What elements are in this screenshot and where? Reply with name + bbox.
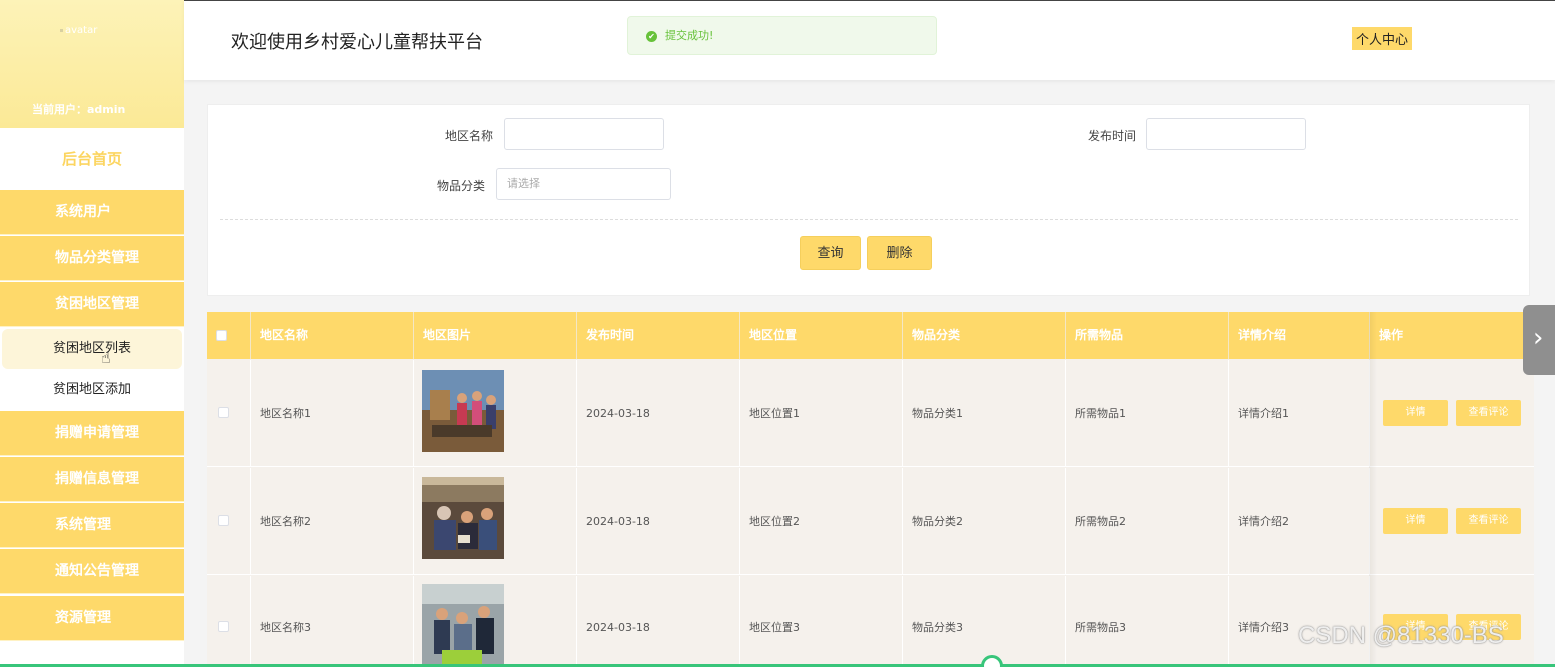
cell-category: 物品分类2	[903, 468, 1066, 575]
region-table: 地区名称 地区图片 发布时间 地区位置 物品分类 所需物品 详情介绍 操作 地区…	[207, 312, 1534, 667]
cell-publish-time: 2024-03-18	[577, 576, 740, 667]
header-actions: 操作	[1379, 328, 1404, 342]
header-region-name[interactable]: 地区名称	[251, 312, 414, 359]
category-select[interactable]: 请选择	[496, 168, 671, 200]
sidebar: avatar 当前用户：admin 后台首页 系统用户 物品分类管理 贫困地区管…	[0, 0, 184, 667]
menu-donation-info[interactable]: 捐赠信息管理	[0, 457, 184, 502]
region-image[interactable]	[422, 477, 504, 559]
success-toast: ✔ 提交成功!	[627, 16, 937, 55]
cell-region-location: 地区位置1	[740, 360, 903, 467]
menu-system-manage[interactable]: 系统管理	[0, 503, 184, 548]
cell-detail: 详情介绍2	[1229, 468, 1370, 575]
cell-needed-items: 所需物品2	[1066, 468, 1229, 575]
current-user: 当前用户：admin	[32, 101, 125, 117]
sidebar-header: avatar 当前用户：admin	[0, 0, 184, 128]
cell-needed-items: 所需物品3	[1066, 576, 1229, 667]
check-circle-icon: ✔	[646, 30, 657, 42]
header-select-cell	[207, 312, 251, 359]
region-name-input[interactable]	[504, 118, 664, 150]
submenu-region-list[interactable]: 贫困地区列表	[2, 329, 182, 369]
row-checkbox[interactable]	[218, 515, 229, 526]
cell-detail: 详情介绍1	[1229, 360, 1370, 467]
toast-text: 提交成功!	[665, 29, 714, 42]
table-header: 地区名称 地区图片 发布时间 地区位置 物品分类 所需物品 详情介绍 操作	[207, 312, 1534, 359]
query-button[interactable]: 查询	[800, 236, 861, 270]
cell-actions: 详情 查看评论	[1370, 468, 1534, 575]
header-region-image[interactable]: 地区图片	[414, 312, 577, 359]
chevron-right-icon[interactable]: ›	[1523, 305, 1555, 375]
view-comments-button[interactable]: 查看评论	[1456, 508, 1521, 534]
cell-region-location: 地区位置2	[740, 468, 903, 575]
cell-category: 物品分类3	[903, 576, 1066, 667]
cell-region-location: 地区位置3	[740, 576, 903, 667]
fixed-column-shadow	[1369, 312, 1377, 667]
cell-category: 物品分类1	[903, 360, 1066, 467]
table-row: 地区名称1 2024-03-18 地区位置1 物品分类1 所需物品1 详情介绍1…	[207, 360, 1534, 467]
submenu-region-add[interactable]: 贫困地区添加	[0, 370, 184, 410]
cell-region-name: 地区名称1	[251, 360, 414, 467]
header-region-location[interactable]: 地区位置	[740, 312, 903, 359]
row-checkbox[interactable]	[218, 621, 229, 632]
header-publish-time[interactable]: 发布时间	[577, 312, 740, 359]
header-category[interactable]: 物品分类	[903, 312, 1066, 359]
cell-actions: 详情 查看评论	[1370, 360, 1534, 467]
view-comments-button[interactable]: 查看评论	[1456, 400, 1521, 426]
cell-region-image	[414, 360, 577, 467]
profile-button[interactable]: 个人中心	[1352, 27, 1413, 50]
row-select-cell	[207, 360, 251, 467]
region-image[interactable]	[422, 370, 504, 452]
region-image[interactable]	[422, 584, 504, 666]
row-checkbox[interactable]	[218, 407, 229, 418]
page-title: 欢迎使用乡村爱心儿童帮扶平台	[231, 32, 483, 53]
header-detail[interactable]: 详情介绍	[1229, 312, 1370, 359]
menu-resource-manage[interactable]: 资源管理	[0, 596, 184, 641]
menu-system-users[interactable]: 系统用户	[0, 190, 184, 235]
menu-region-manage[interactable]: 贫困地区管理	[0, 282, 184, 327]
publish-time-label: 发布时间	[1088, 129, 1137, 143]
cell-publish-time: 2024-03-18	[577, 468, 740, 575]
divider	[220, 219, 1518, 220]
pointer-cursor-icon: ☝	[101, 348, 111, 367]
menu-category-manage[interactable]: 物品分类管理	[0, 236, 184, 281]
delete-button[interactable]: 删除	[867, 236, 932, 270]
header-needed-items[interactable]: 所需物品	[1066, 312, 1229, 359]
current-user-label: 当前用户：	[32, 103, 87, 116]
detail-button[interactable]: 详情	[1383, 508, 1448, 534]
cell-publish-time: 2024-03-18	[577, 360, 740, 467]
search-panel: 地区名称 发布时间 物品分类 请选择 查询 删除	[207, 104, 1530, 296]
table-row: 地区名称2 2024-03-18 地区位置2 物品分类2 所需物品2 详情介绍2…	[207, 468, 1534, 575]
row-select-cell	[207, 468, 251, 575]
current-user-name: admin	[87, 103, 126, 116]
select-all-checkbox[interactable]	[216, 330, 227, 341]
cell-region-name: 地区名称3	[251, 576, 414, 667]
watermark: CSDN @81330-BS	[1298, 622, 1504, 649]
region-name-label: 地区名称	[445, 129, 494, 143]
menu-home[interactable]: 后台首页	[0, 130, 184, 188]
cell-region-image	[414, 468, 577, 575]
cell-needed-items: 所需物品1	[1066, 360, 1229, 467]
cell-region-name: 地区名称2	[251, 468, 414, 575]
menu-notice-manage[interactable]: 通知公告管理	[0, 549, 184, 594]
detail-button[interactable]: 详情	[1383, 400, 1448, 426]
header: 欢迎使用乡村爱心儿童帮扶平台 ✔ 提交成功! 个人中心	[184, 0, 1555, 80]
publish-time-input[interactable]	[1146, 118, 1306, 150]
row-select-cell	[207, 576, 251, 667]
cell-region-image	[414, 576, 577, 667]
category-label: 物品分类	[437, 179, 486, 193]
menu-donation-apply[interactable]: 捐赠申请管理	[0, 411, 184, 456]
avatar[interactable]: avatar	[60, 25, 97, 36]
